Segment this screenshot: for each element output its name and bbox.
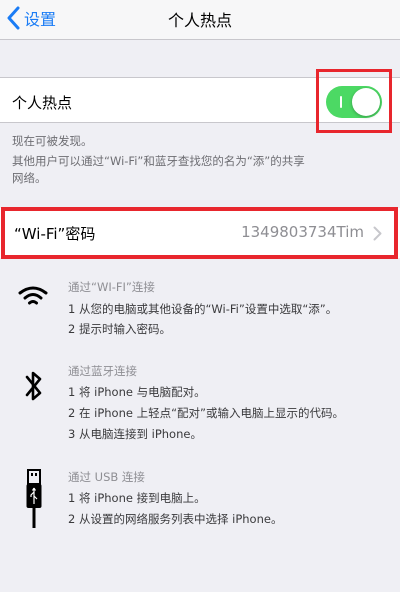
hotspot-description-line1: 其他用户可以通过“Wi-Fi”和蓝牙查找您的名为“添”的共享 <box>12 154 305 168</box>
bluetooth-step: 3 从电脑连接到 iPhone。 <box>68 427 202 441</box>
wifi-step: 1 从您的电脑或其他设备的“Wi-Fi”设置中选取“添”。 <box>68 302 338 316</box>
wifi-icon <box>18 284 48 312</box>
usb-cable-icon <box>25 468 43 534</box>
page-title: 个人热点 <box>167 11 232 30</box>
hotspot-description-line2: 网络。 <box>12 171 47 185</box>
bluetooth-icon <box>24 368 44 408</box>
hotspot-label: 个人热点 <box>12 94 73 112</box>
toggle-highlight-box <box>316 69 392 133</box>
usb-step: 2 从设置的网络服务列表中选择 iPhone。 <box>68 512 283 526</box>
usb-step: 1 将 iPhone 接到电脑上。 <box>68 491 206 505</box>
wifi-instructions-title: 通过“WI-FI”连接 <box>68 280 155 294</box>
navigation-bar: 设置 个人热点 <box>0 0 400 40</box>
password-highlight-box <box>1 207 398 259</box>
wifi-step: 2 提示时输入密码。 <box>68 322 171 336</box>
usb-instructions-title: 通过 USB 连接 <box>68 470 145 484</box>
bluetooth-step: 1 将 iPhone 与电脑配对。 <box>68 385 206 399</box>
bluetooth-instructions-title: 通过蓝牙连接 <box>68 364 137 378</box>
discoverable-status: 现在可被发现。 <box>12 134 93 148</box>
bluetooth-step: 2 在 iPhone 上轻点“配对”或输入电脑上显示的代码。 <box>68 406 345 420</box>
